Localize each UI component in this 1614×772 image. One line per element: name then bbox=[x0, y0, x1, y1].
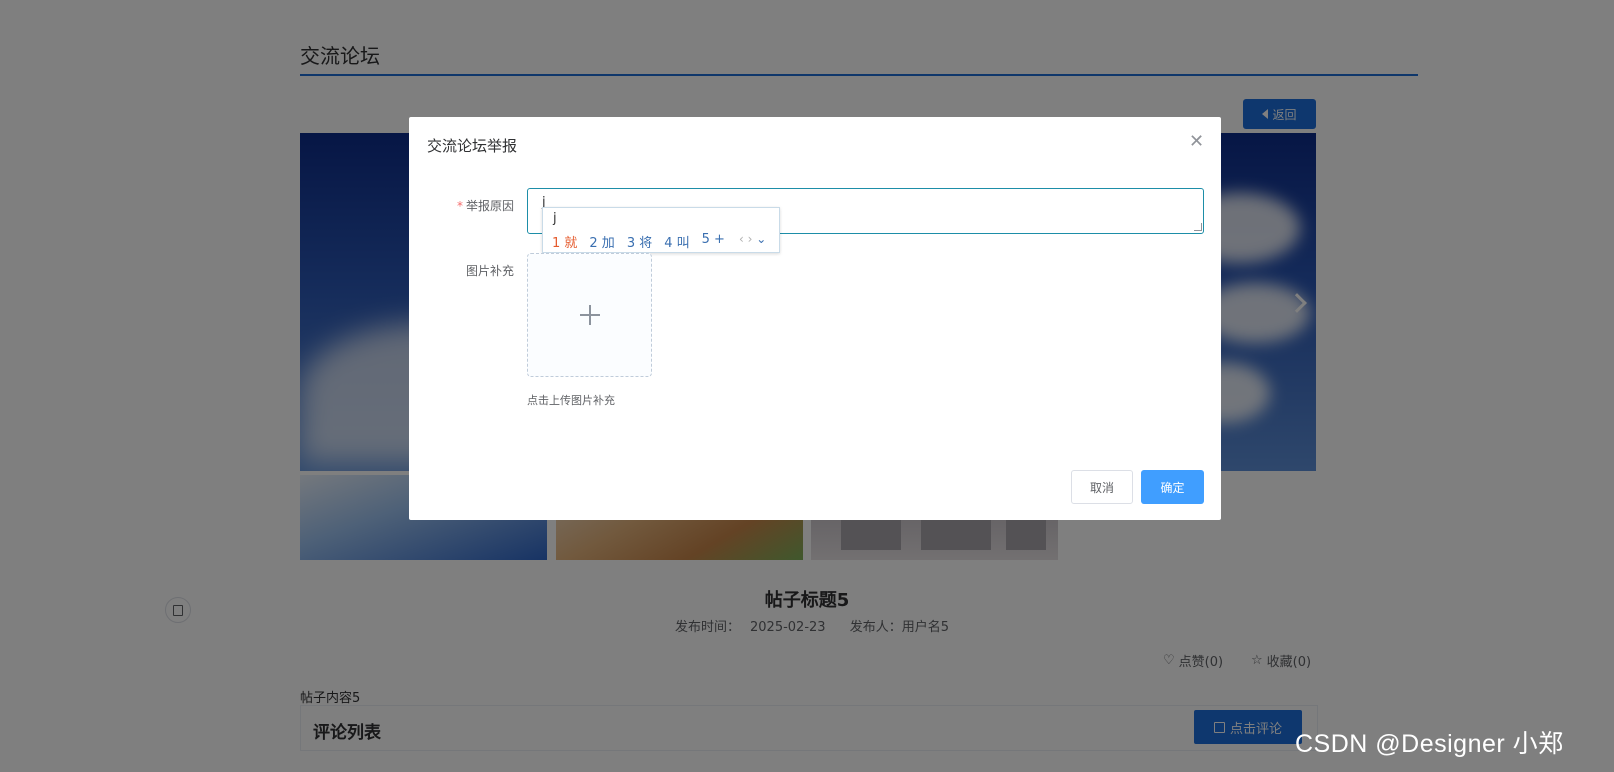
watermark: CSDN @Designer 小郑 bbox=[1295, 730, 1564, 758]
plus-icon bbox=[579, 305, 600, 325]
ime-composition: j bbox=[553, 211, 557, 226]
ime-candidate[interactable]: 5 + bbox=[702, 232, 725, 251]
report-dialog: 交流论坛举报 ✕ * 举报原因 j j 1 就 2 加 3 将 4 叫 5 + ‹… bbox=[409, 117, 1221, 520]
chevron-down-icon[interactable]: ⌄ bbox=[756, 232, 766, 246]
ime-nav[interactable]: ‹ › ⌄ bbox=[739, 232, 766, 246]
image-label: 图片补充 bbox=[465, 264, 514, 278]
ime-candidate-popup: j 1 就 2 加 3 将 4 叫 5 + ‹ › ⌄ bbox=[542, 207, 780, 253]
ime-candidate[interactable]: 4 叫 bbox=[664, 232, 689, 251]
upload-tip: 点击上传图片补充 bbox=[527, 394, 615, 407]
ime-candidate[interactable]: 1 就 bbox=[552, 232, 577, 251]
image-upload-box[interactable] bbox=[527, 253, 652, 377]
ime-page-arrows[interactable]: ‹ › bbox=[739, 232, 752, 246]
ime-candidate[interactable]: 3 将 bbox=[627, 232, 652, 251]
resize-handle-icon[interactable] bbox=[1194, 223, 1202, 231]
confirm-button[interactable]: 确定 bbox=[1141, 470, 1204, 504]
cancel-button[interactable]: 取消 bbox=[1071, 470, 1133, 504]
dialog-title: 交流论坛举报 bbox=[427, 137, 518, 155]
reason-label-text: 举报原因 bbox=[465, 199, 514, 213]
ime-candidate[interactable]: 2 加 bbox=[589, 232, 614, 251]
reason-label: * 举报原因 bbox=[449, 197, 514, 214]
ime-candidate-list: 1 就 2 加 3 将 4 叫 5 + bbox=[552, 232, 725, 251]
close-icon[interactable]: ✕ bbox=[1189, 133, 1204, 151]
required-mark: * bbox=[456, 199, 463, 213]
